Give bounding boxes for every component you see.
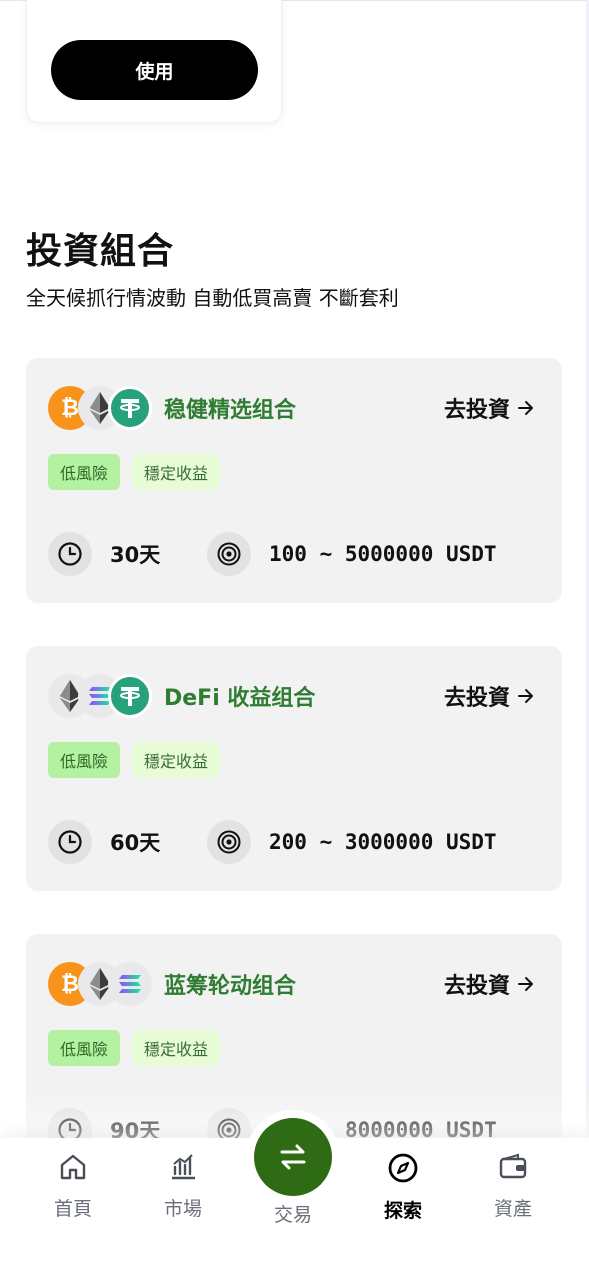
- nav-label: 市場: [163, 1198, 202, 1220]
- nav-item-home[interactable]: 首頁: [28, 1152, 118, 1221]
- trade-button[interactable]: [254, 1118, 332, 1196]
- coupon-card: 使用: [26, 0, 282, 123]
- coin-stack: ₿: [48, 962, 154, 1006]
- tag-list: 低風險 穩定收益: [48, 454, 221, 490]
- portfolio-header: ₿ 蓝筹轮动组合: [48, 962, 296, 1006]
- amount-range-value: 100 ~ 5000000 USDT: [269, 542, 497, 566]
- invest-link[interactable]: 去投資: [444, 680, 536, 712]
- portfolio-header: DeFi 收益组合: [48, 674, 315, 718]
- invest-link[interactable]: 去投資: [444, 392, 536, 424]
- duration-value: 30天: [110, 543, 161, 567]
- compass-icon: [388, 1153, 418, 1183]
- nav-item-trade[interactable]: 交易: [248, 1200, 338, 1227]
- clock-icon: [48, 820, 92, 864]
- swap-icon: [280, 1144, 306, 1170]
- duration-stat: 30天: [48, 532, 160, 576]
- risk-tag: 低風險: [48, 454, 121, 490]
- nav-item-assets[interactable]: 資產: [468, 1152, 558, 1221]
- duration-stat: 60天: [48, 820, 160, 864]
- nav-label: 首頁: [53, 1198, 92, 1220]
- chart-icon: [172, 1154, 195, 1180]
- invest-label: 去投資: [443, 398, 510, 423]
- use-button[interactable]: 使用: [51, 40, 258, 100]
- nav-label: 交易: [273, 1204, 312, 1226]
- amount-range-stat: 200 ~ 3000000 USDT: [207, 820, 497, 864]
- nav-item-explore[interactable]: 探索: [358, 1152, 448, 1223]
- sol-icon: [108, 962, 152, 1006]
- invest-label: 去投資: [443, 974, 510, 999]
- portfolio-name: DeFi 收益组合: [164, 686, 316, 711]
- target-icon: [207, 532, 251, 576]
- target-icon: [207, 820, 251, 864]
- tag-list: 低風險 穩定收益: [48, 1030, 221, 1066]
- usdt-icon: [108, 386, 152, 430]
- coin-stack: [48, 674, 154, 718]
- risk-tag: 低風險: [48, 742, 121, 778]
- amount-range-value: 200 ~ 3000000 USDT: [269, 830, 497, 854]
- section-subtitle: 全天候抓行情波動 自動低買高賣 不斷套利: [26, 286, 399, 310]
- portfolio-card[interactable]: ₿ 稳健精选组合 去投資 低風險 穩定收益 30天 100 ~ 5000000 …: [26, 358, 562, 603]
- yield-tag: 穩定收益: [132, 1030, 221, 1066]
- coin-stack: ₿: [48, 386, 154, 430]
- clock-icon: [48, 532, 92, 576]
- nav-label: 資產: [493, 1198, 532, 1220]
- amount-range-stat: 100 ~ 5000000 USDT: [207, 532, 497, 576]
- arrow-right-icon: [518, 401, 533, 415]
- portfolio-name: 稳健精选组合: [164, 398, 297, 423]
- usdt-icon: [108, 674, 152, 718]
- wallet-icon: [499, 1153, 527, 1179]
- risk-tag: 低風險: [48, 1030, 121, 1066]
- portfolio-header: ₿ 稳健精选组合: [48, 386, 296, 430]
- portfolio-card[interactable]: DeFi 收益组合 去投資 低風險 穩定收益 60天 200 ~ 3000000…: [26, 646, 562, 891]
- arrow-right-icon: [518, 689, 533, 703]
- duration-value: 60天: [110, 831, 161, 855]
- section-title: 投資組合: [26, 231, 175, 272]
- tag-list: 低風險 穩定收益: [48, 742, 221, 778]
- portfolio-name: 蓝筹轮动组合: [164, 974, 297, 999]
- trade-button-ring: [246, 1110, 340, 1204]
- invest-link[interactable]: 去投資: [444, 968, 536, 1000]
- nav-label: 探索: [383, 1200, 422, 1222]
- arrow-right-icon: [518, 977, 533, 991]
- yield-tag: 穩定收益: [132, 742, 221, 778]
- yield-tag: 穩定收益: [132, 454, 221, 490]
- nav-item-market[interactable]: 市場: [138, 1152, 228, 1221]
- home-icon: [60, 1154, 86, 1180]
- invest-label: 去投資: [443, 686, 510, 711]
